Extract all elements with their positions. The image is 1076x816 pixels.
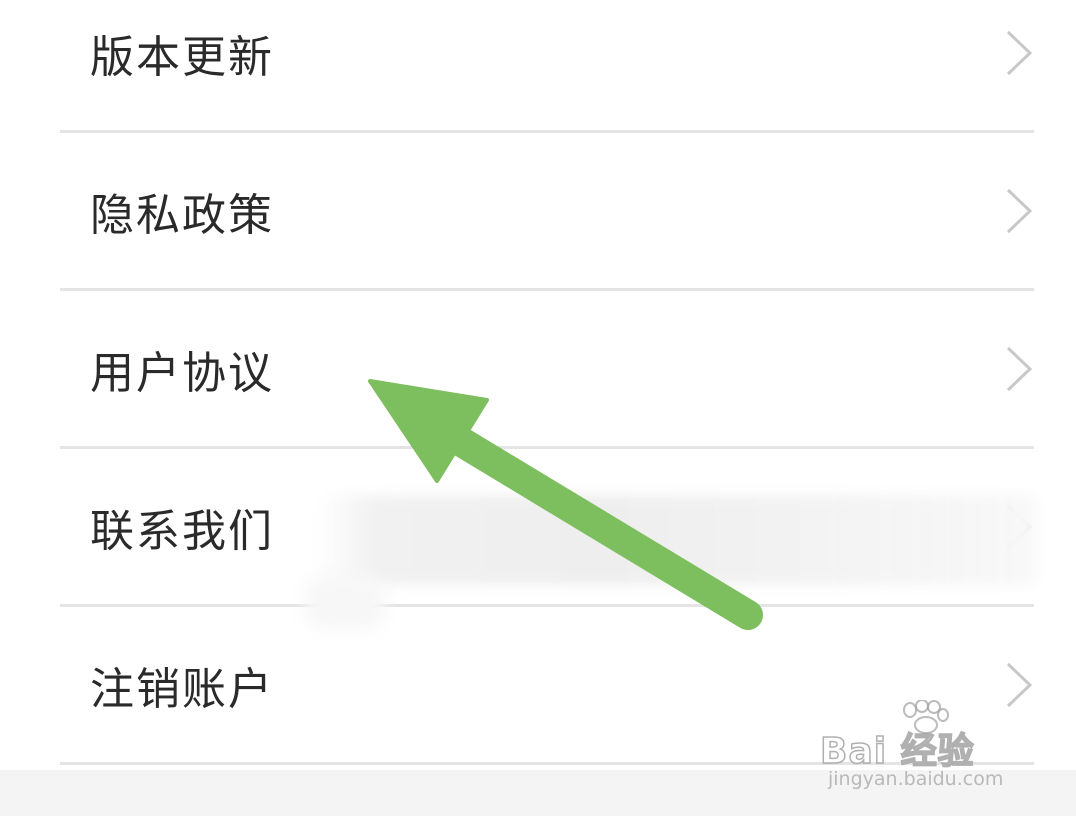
- menu-item-label: 联系我们: [90, 505, 274, 557]
- chevron-right-icon: [1006, 346, 1033, 391]
- menu-item-user-agreement[interactable]: 用户协议: [60, 291, 1034, 449]
- redacted-area: [305, 575, 385, 630]
- redacted-area: [318, 495, 1038, 585]
- menu-item-label: 注销账户: [90, 663, 274, 715]
- menu-item-label: 隐私政策: [90, 189, 274, 241]
- chevron-right-icon: [1006, 30, 1033, 75]
- menu-item-label: 用户协议: [90, 347, 274, 399]
- settings-page: 版本更新 隐私政策 用户协议 联系我们 注销账户 Bai 经验 jingyan.…: [0, 0, 1076, 816]
- settings-menu-list: 版本更新 隐私政策 用户协议 联系我们 注销账户: [0, 0, 1076, 765]
- chevron-right-icon: [1006, 188, 1033, 233]
- menu-item-label: 版本更新: [90, 31, 274, 83]
- watermark: Bai 经验 jingyan.baidu.com: [819, 700, 1020, 795]
- watermark-url: jingyan.baidu.com: [828, 768, 1004, 790]
- menu-item-version-update[interactable]: 版本更新: [60, 0, 1034, 133]
- menu-item-privacy-policy[interactable]: 隐私政策: [60, 133, 1034, 291]
- watermark-brand: Bai 经验: [819, 730, 975, 773]
